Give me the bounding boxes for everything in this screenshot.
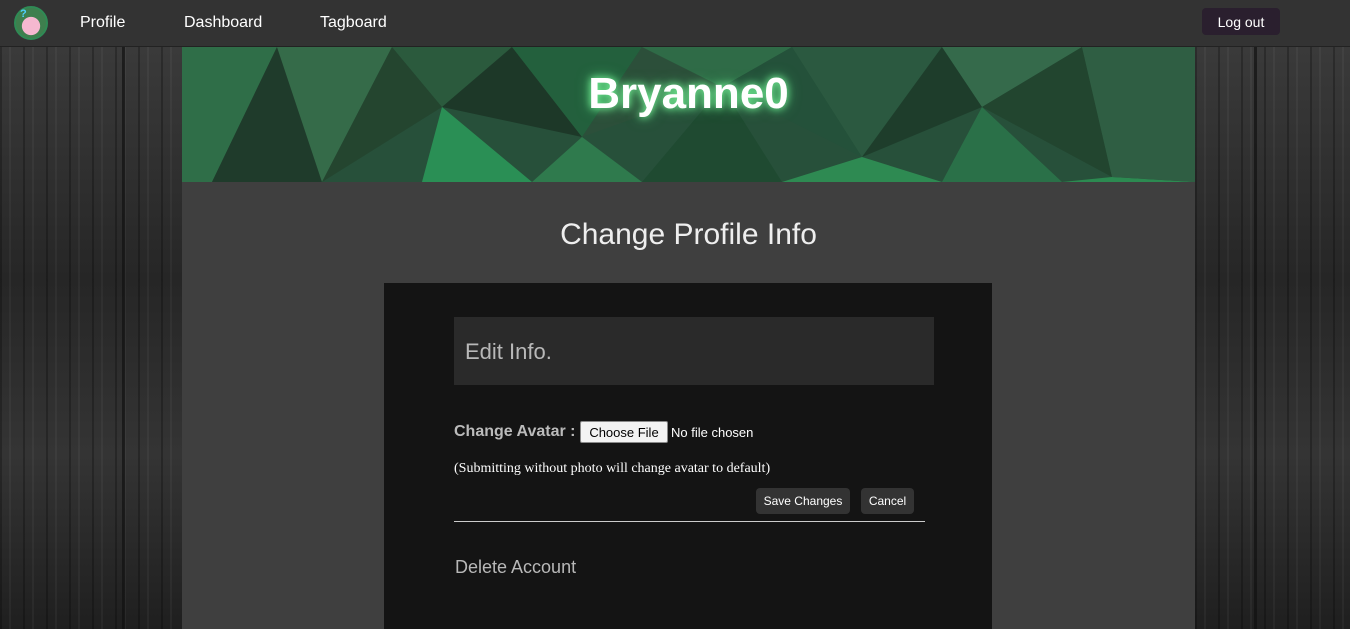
nav-link-profile[interactable]: Profile [80,14,125,32]
site-logo-icon[interactable]: ? [14,6,48,40]
cancel-button[interactable]: Cancel [861,488,914,514]
change-avatar-label: Change Avatar : [454,423,576,440]
save-changes-button[interactable]: Save Changes [756,488,850,514]
edit-info-header: Edit Info. [454,317,934,385]
wood-plank-seam [122,47,125,629]
file-status-text: No file chosen [671,425,754,440]
edit-profile-card: Edit Info. Change Avatar : Choose File N… [384,283,992,629]
top-navbar: ? Profile Dashboard Tagboard Log out [0,0,1350,47]
background-wood-right [1195,47,1350,629]
page-title: Change Profile Info [560,218,817,251]
main-content: Bryanne0 Change Profile Info Edit Info. … [182,47,1195,629]
logout-button[interactable]: Log out [1202,8,1280,35]
wood-plank-seam [1254,47,1257,629]
choose-file-button[interactable]: Choose File [580,421,668,443]
avatar-default-hint: (Submitting without photo will change av… [454,461,771,476]
nav-link-dashboard[interactable]: Dashboard [184,14,262,32]
delete-account-link[interactable]: Delete Account [455,557,576,578]
nav-link-tagboard[interactable]: Tagboard [320,14,387,32]
profile-username: Bryanne0 [588,69,789,118]
edit-info-title: Edit Info. [465,339,552,364]
profile-banner: Bryanne0 [182,47,1195,182]
divider [454,521,925,522]
background-wood-left [0,47,182,629]
